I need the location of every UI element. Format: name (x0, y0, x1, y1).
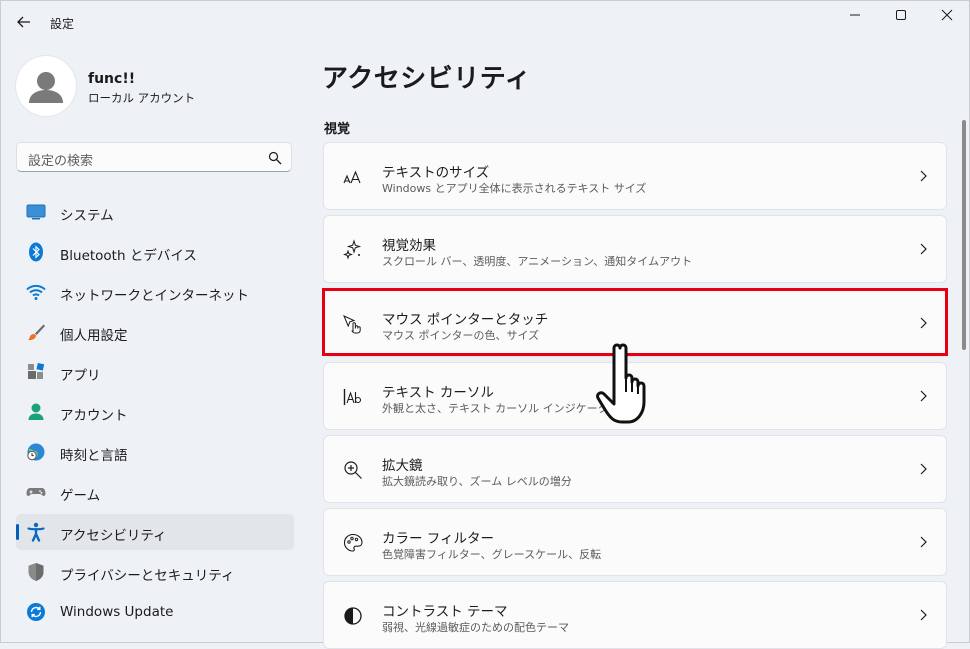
sidebar-item-label: 個人用設定 (60, 328, 128, 344)
windows-update-icon (27, 603, 45, 621)
sidebar-item-windows-update[interactable]: Windows Update (16, 594, 294, 630)
card-subtitle: 弱視、光線過敏症のための配色テーマ (382, 621, 569, 634)
card-title: 拡大鏡 (382, 458, 423, 474)
sidebar-item-privacy[interactable]: プライバシーとセキュリティ (16, 554, 294, 590)
wifi-icon (26, 284, 46, 300)
sidebar-item-label: ネットワークとインターネット (60, 288, 249, 304)
card-title: 視覚効果 (382, 238, 436, 254)
close-icon (941, 9, 953, 21)
account-icon (28, 403, 44, 420)
chevron-right-icon (920, 170, 927, 182)
sparkle-icon (342, 239, 362, 260)
sidebar-item-label: アプリ (60, 368, 101, 384)
sidebar-item-network[interactable]: ネットワークとインターネット (16, 274, 294, 310)
search-input[interactable]: 設定の検索 (16, 142, 292, 172)
sidebar-item-bluetooth[interactable]: Bluetooth とデバイス (16, 234, 294, 270)
card-subtitle: 色覚障害フィルター、グレースケール、反転 (382, 548, 602, 561)
minimize-icon (850, 14, 860, 16)
sidebar-item-label: Windows Update (60, 604, 174, 620)
sidebar-item-label: ゲーム (60, 488, 101, 504)
sidebar-item-label: システム (60, 208, 114, 224)
gamepad-icon (26, 488, 46, 496)
text-size-icon (343, 170, 361, 184)
setting-color-filters[interactable]: カラー フィルター 色覚障害フィルター、グレースケール、反転 (323, 508, 947, 576)
user-name: func!! (88, 71, 136, 87)
card-subtitle: スクロール バー、透明度、アニメーション、通知タイムアウト (382, 255, 693, 268)
close-button[interactable] (924, 0, 970, 30)
card-subtitle: 外観と太さ、テキスト カーソル インジケーター (382, 402, 620, 415)
scrollbar[interactable] (962, 120, 966, 350)
sidebar-item-system[interactable]: システム (16, 194, 294, 230)
account-type: ローカル アカウント (88, 91, 196, 105)
sidebar-item-apps[interactable]: アプリ (16, 354, 294, 390)
arrow-left-icon (17, 16, 30, 28)
chevron-right-icon (920, 609, 927, 621)
sidebar-item-personalization[interactable]: 個人用設定 (16, 314, 294, 350)
setting-visual-effects[interactable]: 視覚効果 スクロール バー、透明度、アニメーション、通知タイムアウト (323, 215, 947, 283)
card-subtitle: Windows とアプリ全体に表示されるテキスト サイズ (382, 182, 647, 195)
user-silhouette-icon (29, 72, 63, 103)
maximize-button[interactable] (878, 0, 924, 30)
sidebar-item-gaming[interactable]: ゲーム (16, 474, 294, 510)
card-subtitle: 拡大鏡読み取り、ズーム レベルの増分 (382, 475, 572, 488)
sidebar-item-label: Bluetooth とデバイス (60, 248, 197, 264)
setting-text-size[interactable]: テキストのサイズ Windows とアプリ全体に表示されるテキスト サイズ (323, 142, 947, 210)
page-title: アクセシビリティ (322, 64, 532, 94)
bluetooth-icon (29, 242, 43, 262)
search-placeholder: 設定の検索 (28, 154, 94, 169)
minimize-button[interactable] (832, 0, 878, 30)
sidebar-nav: システム Bluetooth とデバイス ネットワークとインターネット 個人用設… (16, 194, 294, 634)
chevron-right-icon (920, 463, 927, 475)
title-bar: 設定 (0, 0, 970, 44)
system-icon (26, 204, 46, 220)
sidebar-item-accounts[interactable]: アカウント (16, 394, 294, 430)
hand-pointer-icon (596, 343, 646, 424)
setting-contrast-themes[interactable]: コントラスト テーマ 弱視、光線過敏症のための配色テーマ (323, 581, 947, 649)
search-icon (268, 151, 282, 165)
back-button[interactable] (12, 10, 36, 34)
sidebar-item-time-language[interactable]: 時刻と言語 (16, 434, 294, 470)
sidebar-item-label: アクセシビリティ (60, 528, 167, 544)
sidebar-item-label: アカウント (60, 408, 128, 424)
apps-icon (28, 362, 45, 379)
sidebar-item-label: 時刻と言語 (60, 448, 128, 464)
chevron-right-icon (920, 536, 927, 548)
accessibility-icon (27, 522, 45, 542)
palette-icon (343, 533, 363, 552)
setting-magnifier[interactable]: 拡大鏡 拡大鏡読み取り、ズーム レベルの増分 (323, 435, 947, 503)
paintbrush-icon (28, 324, 45, 341)
card-title: コントラスト テーマ (382, 604, 508, 620)
card-title: カラー フィルター (382, 531, 495, 547)
text-cursor-icon (343, 389, 362, 405)
app-title: 設定 (50, 17, 75, 31)
avatar[interactable] (16, 56, 76, 116)
card-title: テキスト カーソル (382, 385, 494, 401)
chevron-right-icon (920, 390, 927, 402)
sidebar-item-label: プライバシーとセキュリティ (60, 568, 235, 584)
chevron-right-icon (920, 243, 927, 255)
time-language-icon (27, 443, 45, 461)
maximize-icon (896, 10, 906, 20)
magnifier-icon (344, 461, 362, 479)
section-title: 視覚 (324, 122, 351, 137)
shield-icon (28, 563, 44, 581)
contrast-icon (344, 607, 362, 625)
sidebar-item-accessibility[interactable]: アクセシビリティ (16, 514, 294, 550)
card-title: テキストのサイズ (382, 165, 490, 181)
